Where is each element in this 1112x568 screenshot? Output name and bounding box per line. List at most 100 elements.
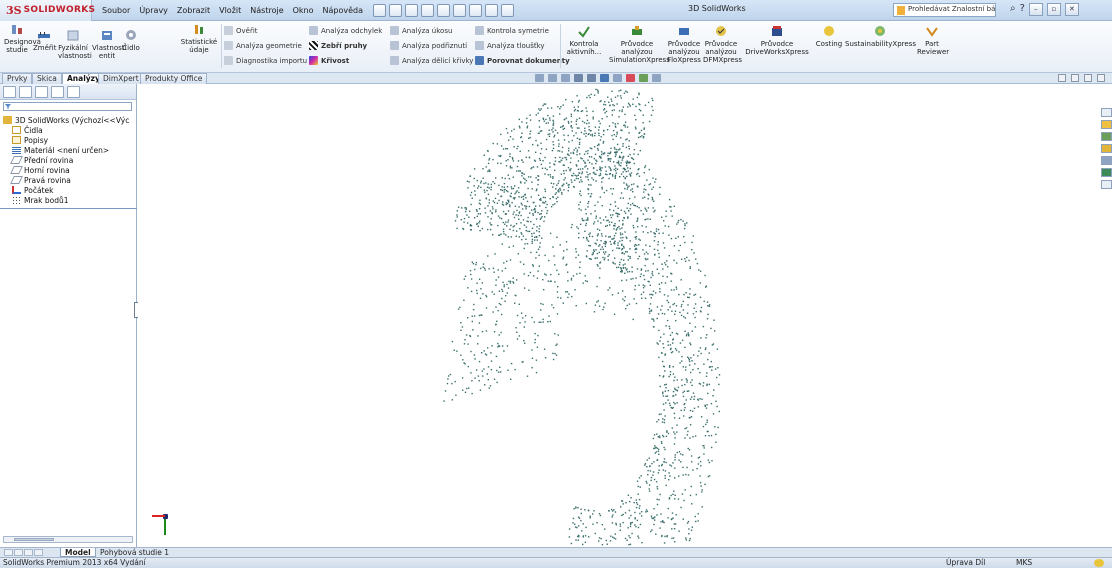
curvature-button[interactable]: Křivost — [309, 56, 349, 65]
symmetry-check-button[interactable]: Kontrola symetrie — [475, 26, 549, 35]
apply-scene-icon[interactable] — [639, 74, 648, 82]
display-manager-tab-icon[interactable] — [67, 85, 80, 98]
restore-button[interactable]: ▫ — [1046, 3, 1061, 16]
rebuild-status-icon[interactable] — [1094, 559, 1104, 567]
entity-properties-button[interactable]: Vlastnosti entit — [92, 29, 126, 60]
dfmxpress-button[interactable]: Průvodce analýzou DFMXpress — [703, 25, 742, 64]
deviation-analysis-button[interactable]: Analýza odchylek — [309, 26, 382, 35]
solidworks-logo[interactable]: 3S SOLIDWORKS — [0, 0, 95, 21]
view-palette-icon[interactable] — [1101, 144, 1112, 153]
simulationxpress-button[interactable]: Průvodce analýzou SimulationXpress — [609, 25, 670, 64]
menu-help[interactable]: Nápověda — [319, 4, 368, 17]
design-study-button[interactable]: Designová studie — [4, 23, 41, 54]
graphics-area[interactable] — [138, 84, 1094, 547]
compliance-check-button[interactable]: Kontrola aktivníh... — [563, 25, 605, 56]
tree-item-material[interactable]: Materiál <není určen> — [3, 145, 136, 155]
new-document-icon[interactable] — [373, 3, 387, 17]
search-icon[interactable]: ⌕ — [1010, 3, 1016, 16]
rebuild-icon[interactable] — [469, 3, 483, 17]
driveworksxpress-button[interactable]: Průvodce DriveWorksXpress — [741, 25, 813, 56]
close-button[interactable]: ✕ — [1064, 3, 1079, 16]
print-icon[interactable] — [421, 3, 435, 17]
status-units[interactable]: MKS — [1016, 558, 1032, 568]
zoom-to-fit-icon[interactable] — [535, 74, 544, 82]
zebra-stripes-button[interactable]: Zebří pruhy — [309, 41, 367, 50]
custom-properties-icon[interactable] — [1101, 168, 1112, 177]
knowledge-base-search[interactable]: Prohledávat Znalostní báze — [893, 3, 996, 17]
save-icon[interactable] — [405, 3, 419, 17]
first-tab-arrow-icon[interactable] — [4, 549, 13, 556]
menu-edit[interactable]: Úpravy — [135, 4, 172, 17]
feature-manager-tab-icon[interactable] — [3, 85, 16, 98]
menu-tools[interactable]: Nástroje — [246, 4, 287, 17]
prev-tab-arrow-icon[interactable] — [14, 549, 23, 556]
help-icon[interactable]: ? — [1020, 3, 1025, 16]
appearances-icon[interactable] — [1101, 156, 1112, 165]
rollback-bar[interactable] — [0, 208, 137, 209]
mass-properties-button[interactable]: Fyzikální vlastnosti — [58, 29, 92, 60]
tree-item-annotations[interactable]: Popisy — [3, 135, 136, 145]
tree-item-top-plane[interactable]: Horní rovina — [3, 165, 136, 175]
file-explorer-icon[interactable] — [1101, 132, 1112, 141]
menu-file[interactable]: Soubor — [98, 4, 134, 17]
menu-insert[interactable]: Vložit — [215, 4, 245, 17]
undo-icon[interactable] — [437, 3, 451, 17]
hide-show-items-icon[interactable] — [613, 74, 622, 82]
tab-skica[interactable]: Skica — [32, 73, 62, 84]
section-view-icon[interactable] — [574, 74, 583, 82]
tree-item-point-cloud[interactable]: Mrak bodů1 — [3, 195, 136, 205]
statistics-button[interactable]: Statistické údaje — [180, 23, 218, 54]
forum-icon[interactable] — [1101, 180, 1112, 189]
tree-item-sensors[interactable]: Čidla — [3, 125, 136, 135]
minimize-button[interactable]: – — [1028, 3, 1043, 16]
scrollbar-thumb[interactable] — [14, 538, 54, 541]
view-settings-icon[interactable] — [652, 74, 661, 82]
previous-view-icon[interactable] — [561, 74, 570, 82]
tab-model[interactable]: Model — [60, 548, 96, 557]
geometry-analysis-button[interactable]: Analýza geometrie — [224, 41, 302, 50]
configuration-manager-tab-icon[interactable] — [35, 85, 48, 98]
thickness-analysis-button[interactable]: Analýza tloušťky — [475, 41, 545, 50]
feature-tree-filter[interactable] — [3, 102, 132, 111]
tree-item-front-plane[interactable]: Přední rovina — [3, 155, 136, 165]
tab-dimxpert[interactable]: DimXpert — [98, 73, 144, 84]
options-icon[interactable] — [501, 3, 515, 17]
tree-item-right-plane[interactable]: Pravá rovina — [3, 175, 136, 185]
file-properties-icon[interactable] — [485, 3, 499, 17]
property-manager-tab-icon[interactable] — [19, 85, 32, 98]
tree-root[interactable]: 3D SolidWorks (Výchozí<<Výc — [3, 115, 136, 125]
check-button[interactable]: Ověřit — [224, 26, 258, 35]
costing-button[interactable]: Costing — [815, 25, 843, 48]
zoom-to-area-icon[interactable] — [548, 74, 557, 82]
compare-documents-button[interactable]: Porovnat dokumenty — [475, 56, 570, 65]
feature-tree-scrollbar[interactable] — [3, 536, 133, 543]
viewport-minimize-icon[interactable] — [1084, 74, 1092, 82]
import-diagnostics-button[interactable]: Diagnostika importu — [224, 56, 307, 65]
view-orientation-icon[interactable] — [587, 74, 596, 82]
floxpress-button[interactable]: Průvodce analýzou FloXpress — [667, 25, 701, 64]
open-icon[interactable] — [389, 3, 403, 17]
measure-button[interactable]: Změřit — [33, 29, 57, 52]
sustainabilityxpress-button[interactable]: SustainabilityXpress — [845, 25, 916, 48]
tree-item-origin[interactable]: Počátek — [3, 185, 136, 195]
display-style-icon[interactable] — [600, 74, 609, 82]
menu-window[interactable]: Okno — [289, 4, 318, 17]
tab-prvky[interactable]: Prvky — [2, 73, 33, 84]
draft-analysis-button[interactable]: Analýza úkosu — [390, 26, 452, 35]
sensor-button[interactable]: Čidlo — [122, 29, 140, 52]
tile-icon[interactable] — [1058, 74, 1066, 82]
undercut-analysis-button[interactable]: Analýza podřiznutí — [390, 41, 467, 50]
parting-line-button[interactable]: Analýza dělicí křivky — [390, 56, 473, 65]
tab-motion-study[interactable]: Pohybová studie 1 — [96, 548, 173, 557]
viewport-restore-icon[interactable] — [1097, 74, 1105, 82]
next-tab-arrow-icon[interactable] — [24, 549, 33, 556]
design-library-icon[interactable] — [1101, 120, 1112, 129]
select-icon[interactable] — [453, 3, 467, 17]
part-reviewer-button[interactable]: Part Reviewer — [917, 25, 949, 56]
solidworks-resources-icon[interactable] — [1101, 108, 1112, 117]
edit-appearance-icon[interactable] — [626, 74, 635, 82]
last-tab-arrow-icon[interactable] — [34, 549, 43, 556]
menu-view[interactable]: Zobrazit — [173, 4, 214, 17]
viewport-icon[interactable] — [1071, 74, 1079, 82]
dimxpert-manager-tab-icon[interactable] — [51, 85, 64, 98]
